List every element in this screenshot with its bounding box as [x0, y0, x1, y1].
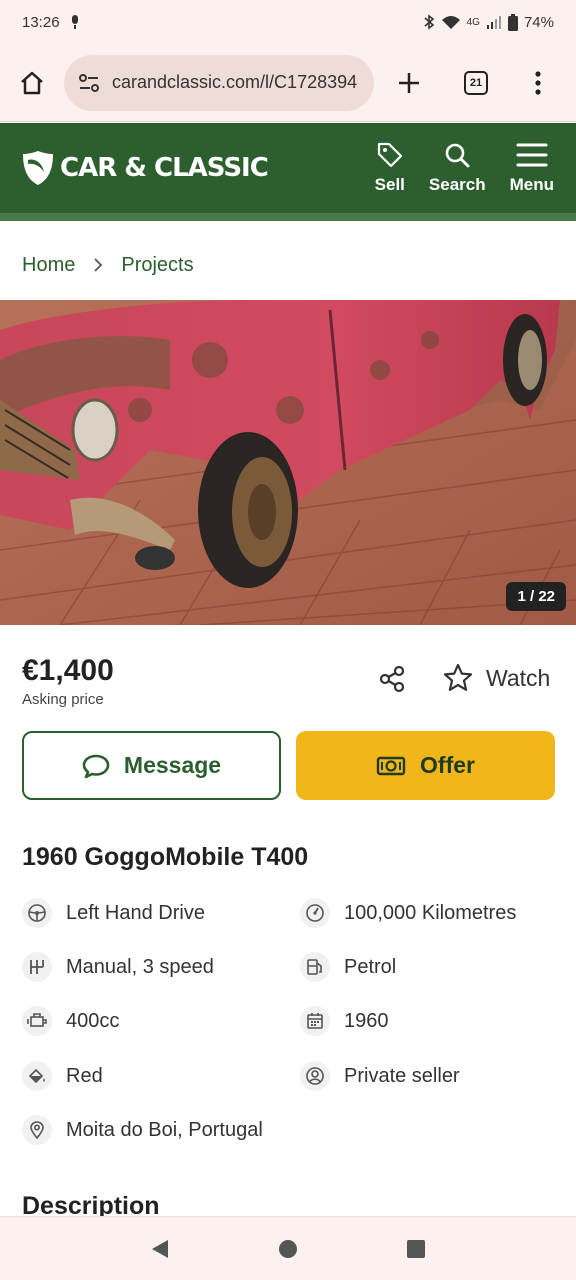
tag-icon — [377, 142, 402, 168]
spec-year-value: 1960 — [344, 1009, 389, 1032]
browser-menu-button[interactable] — [508, 70, 568, 95]
speedometer-icon — [300, 898, 330, 928]
asking-price-label: Asking price — [22, 691, 104, 708]
spec-seller: Private seller — [300, 1061, 460, 1091]
share-icon — [379, 665, 405, 693]
car-photo-illustration — [0, 300, 576, 625]
spec-drive-value: Left Hand Drive — [66, 901, 205, 924]
spec-fuel-value: Petrol — [344, 955, 397, 978]
status-time: 13:26 — [22, 13, 60, 31]
spec-colour: Red — [22, 1061, 103, 1091]
spec-drive: Left Hand Drive — [22, 898, 205, 928]
main-nav: Sell Search Menu — [363, 141, 554, 195]
spec-colour-value: Red — [66, 1064, 103, 1087]
user-circle-icon — [300, 1061, 330, 1091]
watch-button[interactable]: Watch — [442, 662, 550, 694]
share-button[interactable] — [378, 665, 406, 698]
breadcrumb-projects[interactable]: Projects — [121, 254, 193, 277]
microphone-icon — [71, 15, 78, 29]
nav-search-label: Search — [428, 175, 486, 194]
system-navigation-bar — [0, 1216, 576, 1280]
listing-title: 1960 GoggoMobile T400 — [22, 843, 309, 871]
site-settings-icon[interactable] — [78, 72, 100, 94]
home-button[interactable] — [0, 70, 64, 96]
nav-search[interactable]: Search — [417, 141, 498, 195]
nav-sell-label: Sell — [374, 175, 405, 194]
nav-menu-label: Menu — [509, 175, 554, 194]
chevron-right-icon — [94, 258, 103, 272]
listing-photo[interactable]: 1 / 22 — [0, 300, 576, 625]
gearbox-icon — [22, 952, 52, 982]
star-icon — [443, 663, 473, 691]
map-pin-icon — [22, 1115, 52, 1145]
offer-label: Offer — [420, 752, 475, 778]
spec-transmission-value: Manual, 3 speed — [66, 955, 214, 978]
status-bar: 13:26 4G 74% — [0, 0, 576, 44]
asking-price: €1,400 — [22, 654, 114, 687]
banknote-icon — [376, 756, 406, 775]
spec-mileage-value: 100,000 Kilometres — [344, 901, 517, 924]
spec-mileage: 100,000 Kilometres — [300, 898, 516, 928]
recents-icon[interactable] — [406, 1239, 426, 1259]
spec-location: Moita do Boi, Portugal — [22, 1115, 263, 1145]
nav-menu[interactable]: Menu — [498, 141, 554, 195]
network-type: 4G — [466, 16, 480, 28]
battery-icon — [507, 13, 518, 31]
address-bar[interactable]: carandclassic.com/l/C1728394 — [64, 54, 374, 111]
wifi-icon — [441, 16, 460, 29]
offer-button[interactable]: Offer — [296, 731, 555, 800]
spec-transmission: Manual, 3 speed — [22, 952, 214, 982]
spec-seller-value: Private seller — [344, 1064, 460, 1087]
bluetooth-icon — [424, 14, 434, 30]
plus-icon — [399, 72, 419, 93]
search-icon — [445, 143, 470, 168]
home-circle-icon[interactable] — [278, 1239, 298, 1259]
logo-emblem-icon — [23, 151, 53, 185]
spec-year: 1960 — [300, 1006, 389, 1036]
more-vertical-icon — [535, 70, 541, 95]
paint-bucket-icon — [22, 1061, 52, 1091]
message-button[interactable]: Message — [22, 731, 281, 800]
watch-label: Watch — [486, 664, 551, 691]
url-text: carandclassic.com/l/C1728394 — [112, 72, 358, 92]
battery-level: 74% — [523, 13, 554, 31]
logo-text: CAR & CLASSIC — [60, 153, 269, 183]
spec-location-value: Moita do Boi, Portugal — [66, 1118, 263, 1141]
tab-count: 21 — [464, 70, 488, 95]
site-header: CAR & CLASSIC Sell Search Menu — [0, 123, 576, 221]
new-tab-button[interactable] — [374, 71, 444, 95]
breadcrumb: Home Projects — [0, 230, 576, 300]
spec-engine: 400cc — [22, 1006, 119, 1036]
spec-engine-value: 400cc — [66, 1009, 120, 1032]
calendar-icon — [300, 1006, 330, 1036]
hamburger-menu-icon — [516, 143, 548, 167]
breadcrumb-home[interactable]: Home — [22, 254, 75, 277]
spec-fuel: Petrol — [300, 952, 396, 982]
tab-switcher-button[interactable]: 21 — [444, 70, 508, 95]
message-label: Message — [123, 752, 222, 778]
photo-counter: 1 / 22 — [506, 582, 566, 611]
browser-toolbar: carandclassic.com/l/C1728394 21 — [0, 44, 576, 122]
fuel-pump-icon — [300, 952, 330, 982]
chat-bubble-icon — [82, 754, 110, 778]
engine-icon — [22, 1006, 52, 1036]
site-logo[interactable]: CAR & CLASSIC — [22, 150, 269, 186]
back-icon[interactable] — [150, 1238, 170, 1260]
nav-sell[interactable]: Sell — [363, 141, 417, 195]
steering-wheel-icon — [22, 898, 52, 928]
home-icon — [21, 71, 43, 94]
signal-icon — [486, 16, 501, 29]
